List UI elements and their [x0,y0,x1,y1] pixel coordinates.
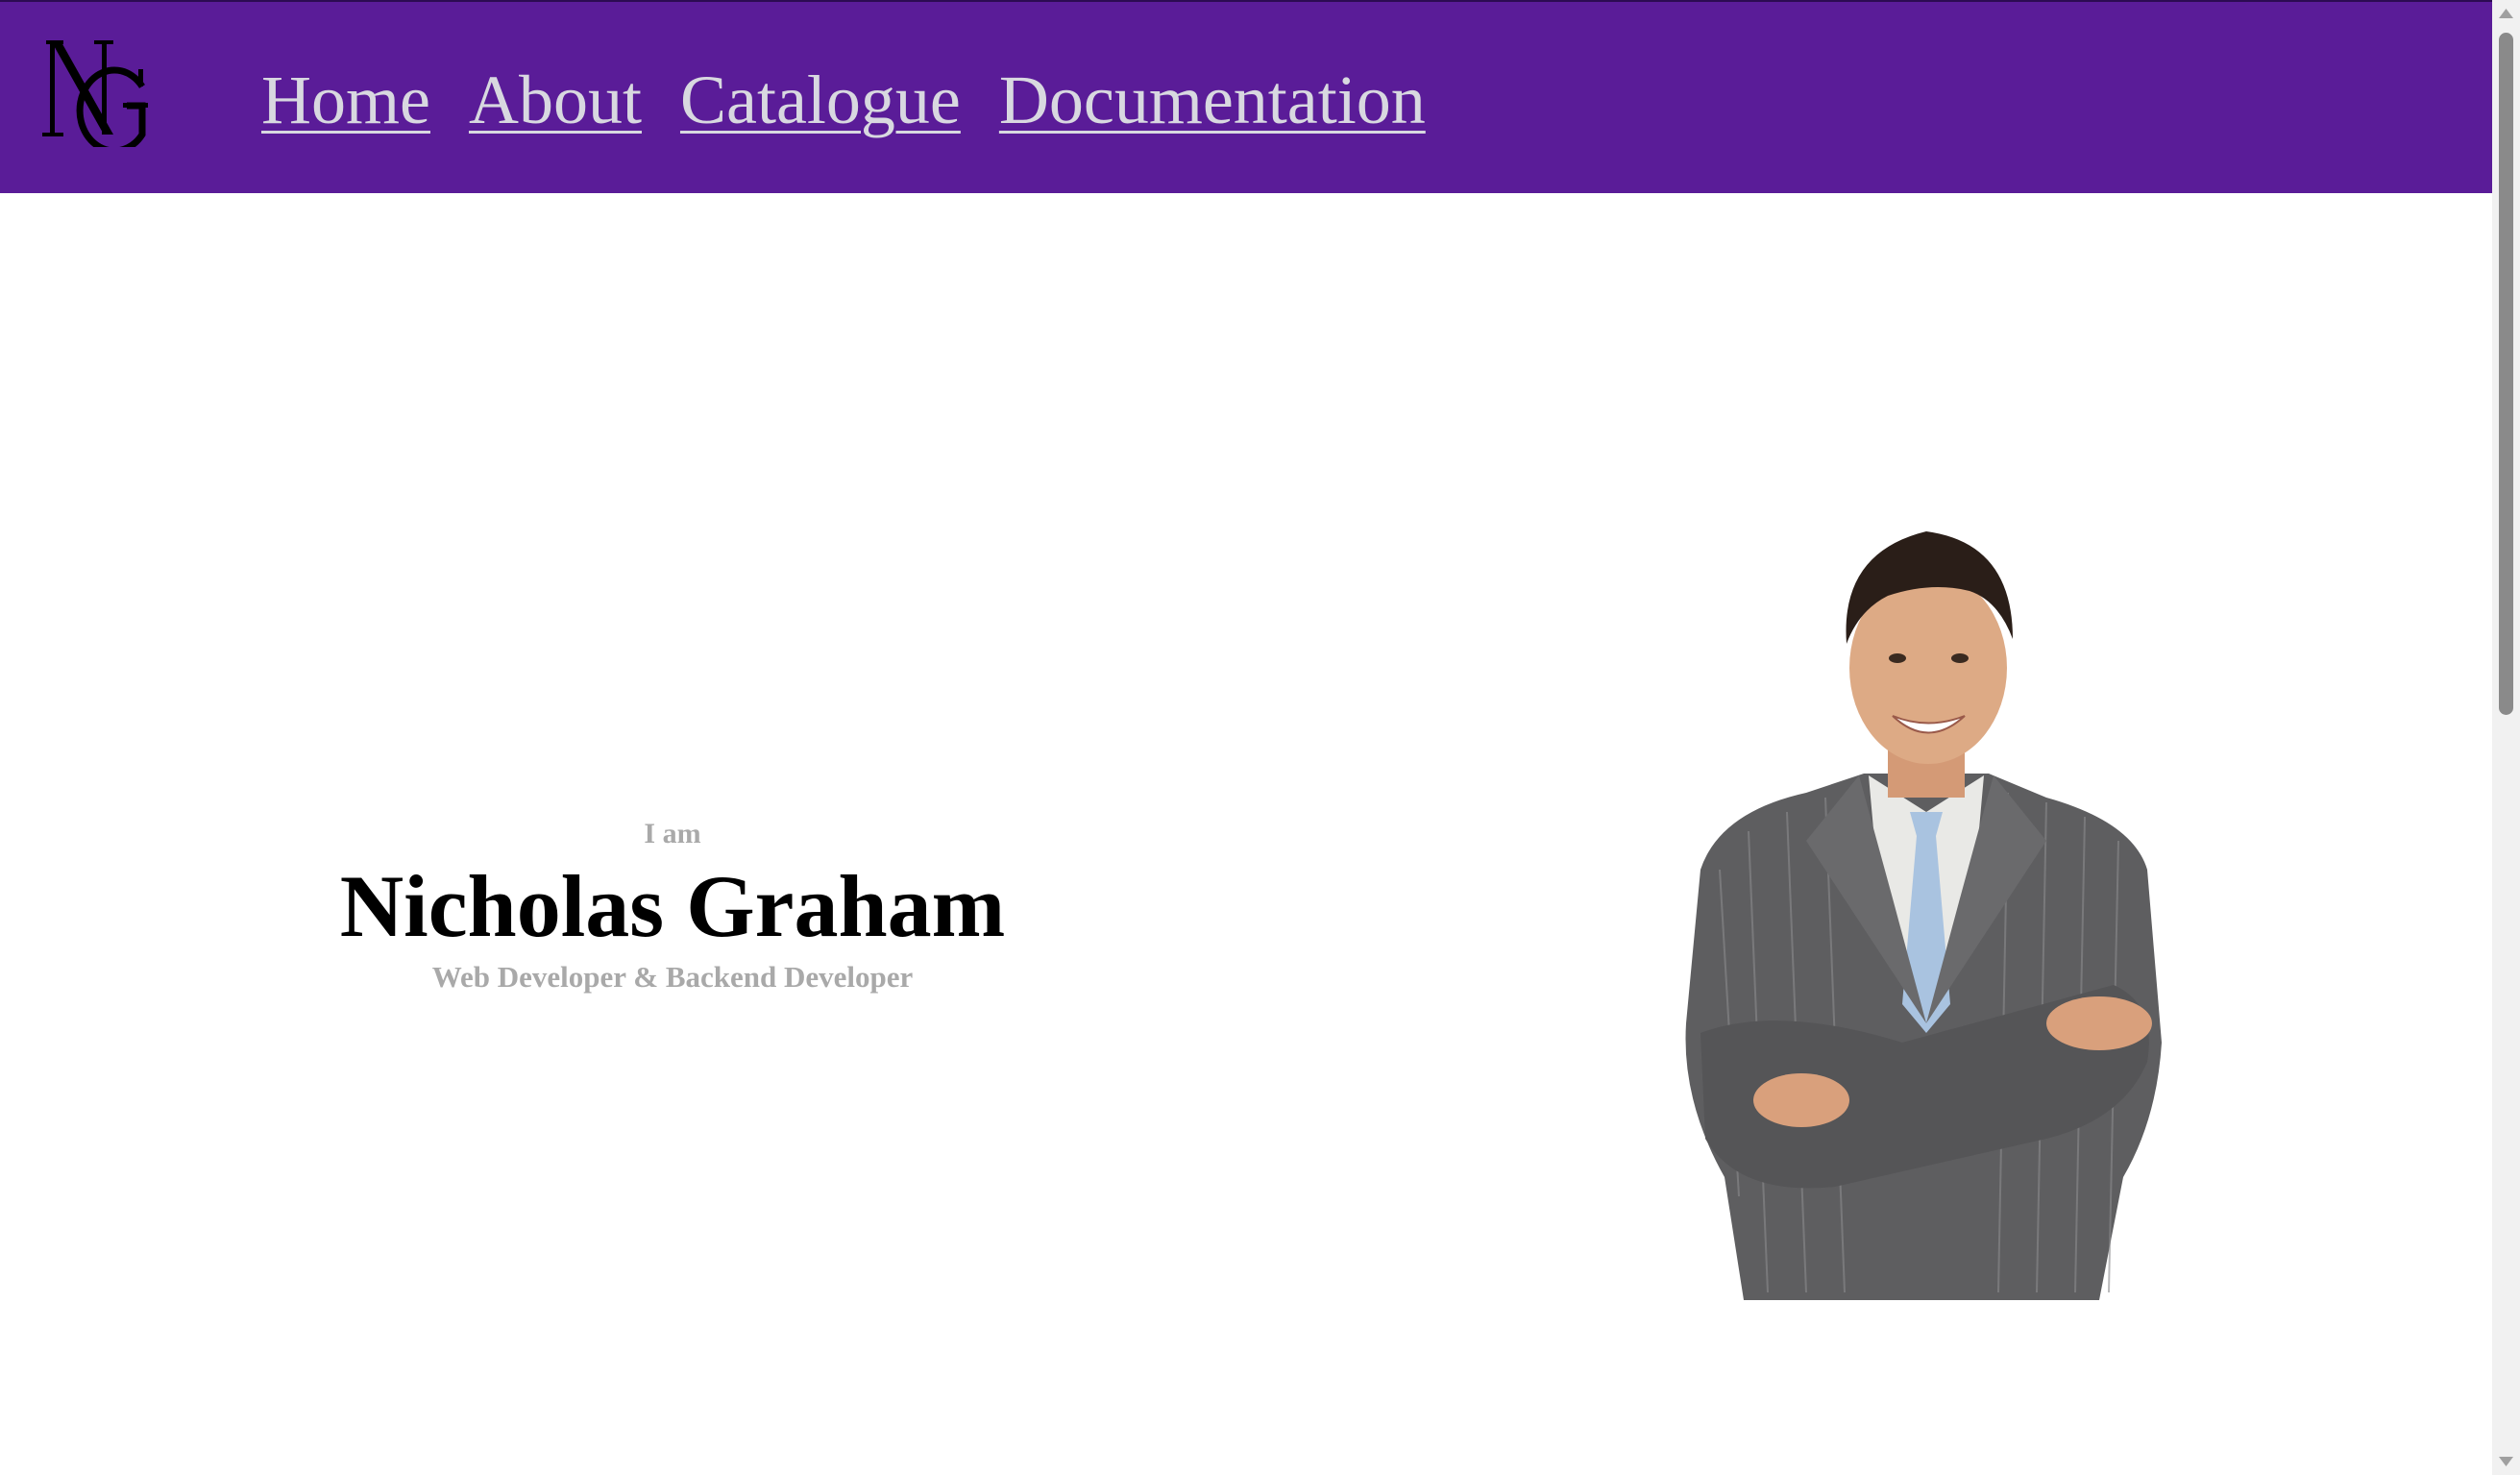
hero-text: I am Nicholas Graham Web Developer & Bac… [192,817,1153,996]
scroll-up-arrow-icon[interactable] [2492,0,2520,27]
navbar: Home About Catalogue Documentation [0,0,2492,193]
hero-intro: I am [644,818,701,849]
hero-name: Nicholas Graham [339,857,1006,955]
main-nav: Home About Catalogue Documentation [261,58,1464,142]
nav-documentation-link[interactable]: Documentation [999,58,1426,142]
vertical-scrollbar[interactable] [2492,0,2520,1475]
nav-home-link[interactable]: Home [261,58,430,142]
hero-role: Web Developer & Backend Developer [431,960,914,994]
scroll-down-arrow-icon[interactable] [2492,1448,2520,1475]
portrait-image [1685,531,2162,1300]
ng-monogram-logo-icon[interactable] [35,37,155,147]
nav-catalogue-link[interactable]: Catalogue [680,58,961,142]
scrollbar-thumb[interactable] [2499,33,2513,715]
nav-about-link[interactable]: About [469,58,642,142]
